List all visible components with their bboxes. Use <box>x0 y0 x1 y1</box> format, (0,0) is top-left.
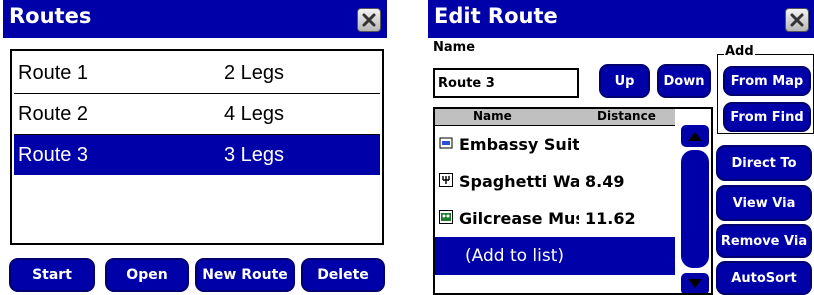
chevron-down-icon <box>688 279 702 288</box>
hotel-icon <box>439 136 453 150</box>
start-button[interactable]: Start <box>9 258 95 292</box>
scroll-thumb[interactable] <box>681 150 709 268</box>
waypoint-name: Spaghetti Wa <box>459 172 579 191</box>
list-item[interactable]: Embassy Suit <box>435 126 675 163</box>
waypoint-name: Gilcrease Mus <box>459 209 579 228</box>
view-via-button[interactable]: View Via <box>716 185 812 221</box>
delete-button[interactable]: Delete <box>301 258 385 292</box>
route-row-selected[interactable]: Route 3 3 Legs <box>14 135 380 175</box>
waypoint-distance: 8.49 <box>585 172 625 191</box>
list-item[interactable]: Spaghetti Wa 8.49 <box>435 163 675 200</box>
scrollbar[interactable] <box>677 125 711 293</box>
route-name-field[interactable]: Route 3 <box>433 68 579 98</box>
window-title: Edit Route <box>434 4 558 28</box>
route-row[interactable]: Route 1 2 Legs <box>14 53 380 94</box>
remove-via-button[interactable]: Remove Via <box>716 224 812 258</box>
column-header-name[interactable]: Name <box>473 109 512 123</box>
window-title: Routes <box>9 4 92 28</box>
new-route-button[interactable]: New Route <box>195 258 295 292</box>
autosort-button[interactable]: AutoSort <box>716 261 812 295</box>
close-button[interactable] <box>785 8 809 32</box>
close-x-icon <box>790 13 804 27</box>
from-map-button[interactable]: From Map <box>723 66 811 96</box>
waypoint-distance: 11.62 <box>585 209 636 228</box>
close-button[interactable] <box>357 8 381 32</box>
column-header-distance[interactable]: Distance <box>597 109 656 123</box>
scroll-up-button[interactable] <box>681 125 709 147</box>
route-name: Route 1 <box>18 62 89 84</box>
open-button[interactable]: Open <box>105 258 189 292</box>
direct-to-button[interactable]: Direct To <box>716 145 812 181</box>
route-name: Route 2 <box>18 103 89 125</box>
restaurant-icon <box>439 173 453 187</box>
waypoint-list[interactable]: Name Distance Embassy Suit Spaghetti Wa … <box>433 107 713 295</box>
edit-route-window: Edit Route Name Route 3 Up Down Add From… <box>428 0 814 295</box>
route-row[interactable]: Route 2 4 Legs <box>14 94 380 135</box>
add-label: Add <box>724 44 755 59</box>
route-legs: 4 Legs <box>224 103 285 125</box>
scroll-down-button[interactable] <box>681 273 709 293</box>
name-label: Name <box>433 40 476 55</box>
title-bar: Edit Route <box>428 0 814 38</box>
routes-window: Routes Route 1 2 Legs Route 2 4 Legs Rou… <box>3 0 387 295</box>
add-to-list-label: (Add to list) <box>465 246 565 266</box>
routes-list[interactable]: Route 1 2 Legs Route 2 4 Legs Route 3 3 … <box>10 49 384 245</box>
list-header: Name Distance <box>435 109 675 126</box>
route-legs: 2 Legs <box>224 62 285 84</box>
down-button[interactable]: Down <box>657 64 711 98</box>
route-legs: 3 Legs <box>224 144 285 166</box>
add-to-list-item[interactable]: (Add to list) <box>435 237 675 275</box>
from-find-button[interactable]: From Find <box>723 102 811 132</box>
list-item[interactable]: Gilcrease Mus 11.62 <box>435 200 675 237</box>
chevron-up-icon <box>688 132 702 141</box>
close-x-icon <box>362 13 376 27</box>
title-bar: Routes <box>3 0 387 38</box>
up-button[interactable]: Up <box>599 64 650 98</box>
route-name: Route 3 <box>18 144 89 166</box>
attraction-icon <box>439 210 453 224</box>
waypoint-name: Embassy Suit <box>459 135 579 154</box>
